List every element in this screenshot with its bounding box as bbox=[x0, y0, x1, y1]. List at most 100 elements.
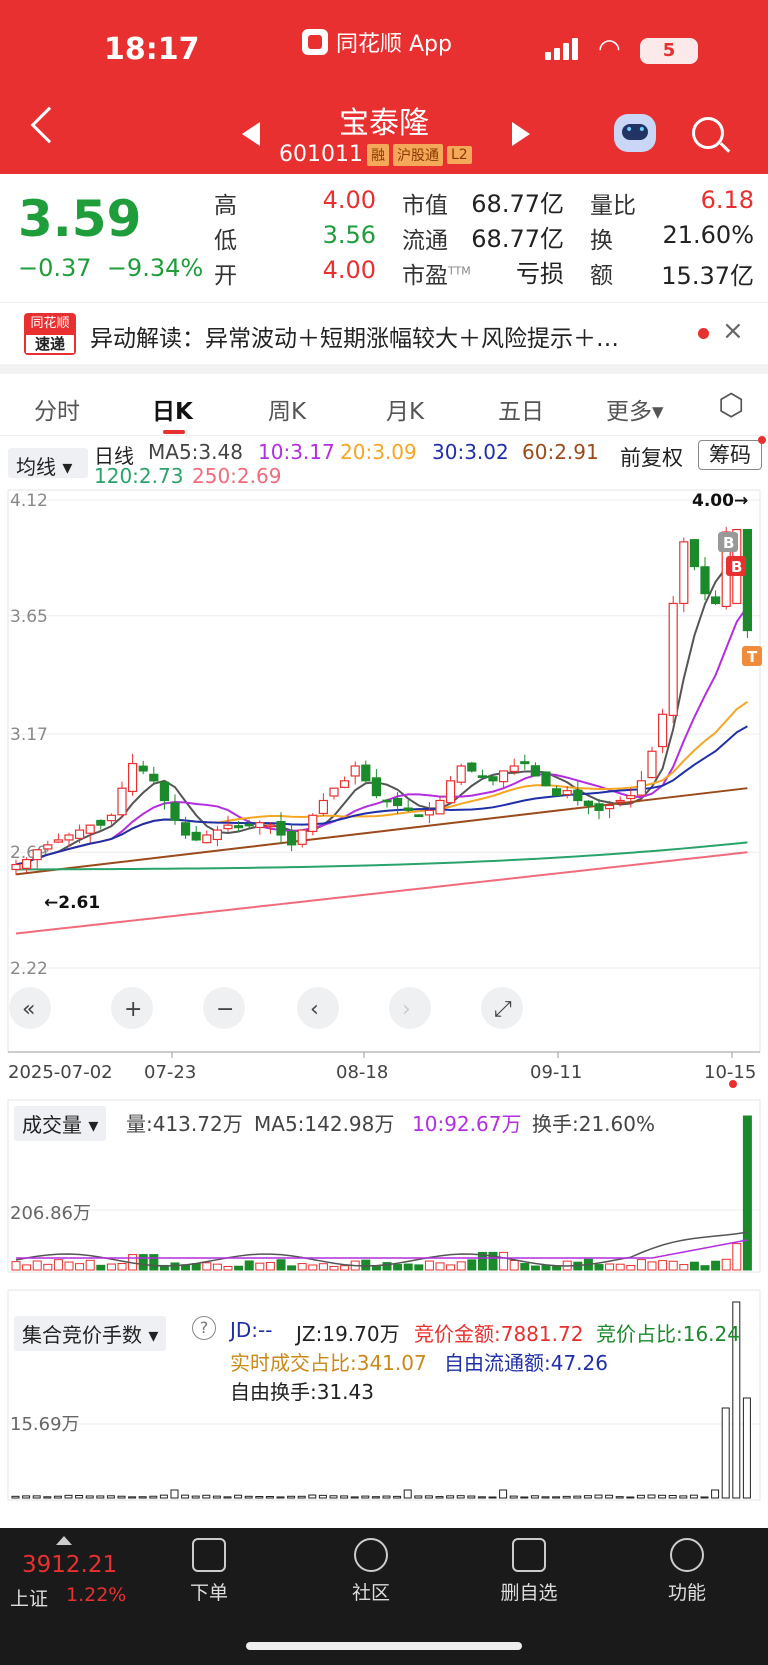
volume-bar bbox=[371, 1265, 381, 1271]
vr-label: 量比 bbox=[590, 193, 636, 219]
order-icon bbox=[192, 1538, 226, 1572]
control-icon: − bbox=[216, 997, 234, 1022]
chart-controls[interactable]: « + − ‹ › ⤢ bbox=[9, 987, 523, 1029]
auction-bar bbox=[679, 1495, 688, 1499]
tag-l2: L2 bbox=[446, 145, 472, 164]
candle-down bbox=[541, 771, 551, 787]
adjust-mode[interactable]: 前复权 bbox=[620, 442, 683, 472]
trade-badge-label: B bbox=[731, 558, 742, 576]
candle-up bbox=[43, 844, 53, 850]
remove-watchlist-icon bbox=[512, 1538, 546, 1572]
ma250-label: 250:2.69 bbox=[192, 464, 282, 488]
candle-down bbox=[573, 789, 583, 802]
candle-up bbox=[446, 780, 456, 804]
volume-select[interactable]: 成交量 ▾ bbox=[14, 1106, 107, 1141]
volume-bar bbox=[689, 1261, 699, 1271]
auction-select[interactable]: 集合竞价手数 ▾ bbox=[14, 1316, 167, 1351]
auction-bar bbox=[318, 1494, 327, 1499]
nav-community[interactable]: 社区 bbox=[326, 1538, 416, 1605]
kline-y-labels: 4.123.653.172.692.22 bbox=[10, 491, 48, 979]
auction-bar bbox=[605, 1494, 614, 1499]
volume-turnover: 换手:21.60% bbox=[532, 1112, 655, 1136]
help-icon[interactable]: ? bbox=[192, 1316, 216, 1340]
volume-bar bbox=[393, 1264, 403, 1271]
candle-down bbox=[234, 825, 244, 829]
volume-bar bbox=[234, 1265, 244, 1271]
volume-bar bbox=[626, 1264, 636, 1271]
volume-bar bbox=[530, 1265, 540, 1271]
tag-connect: 沪股通 bbox=[392, 143, 443, 166]
ma20-label: 20:3.09 bbox=[340, 440, 417, 464]
auction-bar bbox=[583, 1495, 592, 1499]
volume-bar bbox=[658, 1260, 668, 1271]
prev-stock-icon[interactable] bbox=[242, 122, 260, 146]
trade-badge-label: T bbox=[747, 648, 758, 666]
nav-functions[interactable]: 功能 bbox=[642, 1538, 732, 1605]
index-value[interactable]: 3912.21 bbox=[22, 1552, 117, 1578]
float-value: 68.77亿 bbox=[471, 225, 564, 253]
volume-bar bbox=[287, 1265, 297, 1271]
tab-monthly[interactable]: 月K bbox=[386, 392, 424, 426]
auction-bar bbox=[414, 1495, 423, 1499]
ma10-label: 10:3.17 bbox=[258, 440, 335, 464]
candle-down bbox=[488, 776, 498, 782]
candle-up bbox=[350, 765, 360, 777]
candle-up bbox=[223, 824, 233, 830]
ma120-label: 120:2.73 bbox=[94, 464, 184, 488]
turnover-value: 21.60% bbox=[662, 221, 754, 249]
tab-intraday[interactable]: 分时 bbox=[34, 392, 80, 426]
control-icon: « bbox=[22, 997, 35, 1022]
search-icon[interactable] bbox=[692, 117, 724, 149]
volume-bar bbox=[605, 1263, 615, 1271]
candle-up bbox=[32, 849, 42, 861]
next-stock-icon[interactable] bbox=[512, 122, 530, 146]
auction-bar bbox=[477, 1496, 486, 1499]
nav-remove-watchlist[interactable]: 删自选 bbox=[484, 1538, 574, 1605]
auction-bar bbox=[647, 1494, 656, 1499]
auction-bar bbox=[467, 1495, 476, 1499]
auction-bar bbox=[742, 1397, 751, 1499]
divider bbox=[0, 364, 768, 374]
candle-up bbox=[308, 814, 318, 833]
chip-dot bbox=[758, 436, 766, 444]
indicator-select[interactable]: 均线 ▾ bbox=[8, 448, 88, 479]
app-badge[interactable]: 同花顺 App bbox=[302, 26, 452, 58]
ma5-label: MA5:3.48 bbox=[148, 440, 243, 464]
news-bar[interactable]: 同花顺 速递 异动解读：异常波动＋短期涨幅较大＋风险提示＋… bbox=[0, 302, 768, 364]
candle-up bbox=[64, 834, 74, 841]
news-close-button[interactable]: × bbox=[722, 316, 744, 346]
candle-up bbox=[318, 799, 328, 815]
tab-weekly[interactable]: 周K bbox=[268, 392, 306, 426]
auction-bar bbox=[541, 1496, 550, 1499]
signal-icon bbox=[545, 38, 578, 60]
candle-down bbox=[477, 775, 487, 778]
candle-up bbox=[22, 859, 32, 869]
mcap-label: 市值 bbox=[402, 193, 448, 219]
robot-assistant-icon[interactable] bbox=[614, 114, 656, 152]
settings-hexagon-icon[interactable]: ⬡ bbox=[718, 388, 744, 423]
news-text[interactable]: 异动解读：异常波动＋短期涨幅较大＋风险提示＋… bbox=[90, 319, 670, 353]
candle-up bbox=[679, 541, 689, 605]
low-label: 低 bbox=[214, 228, 237, 254]
auction-bar bbox=[350, 1496, 359, 1499]
candle-down bbox=[467, 762, 477, 772]
index-name: 上证 bbox=[10, 1588, 49, 1610]
auction-bar bbox=[329, 1495, 338, 1499]
tab-five-day[interactable]: 五日 bbox=[498, 392, 544, 426]
tab-more[interactable]: 更多▾ bbox=[606, 392, 664, 426]
tab-daily[interactable]: 日K bbox=[152, 392, 193, 426]
chip-button[interactable]: 筹码 bbox=[698, 440, 762, 470]
app-logo-icon bbox=[302, 29, 328, 55]
amount-label: 额 bbox=[590, 263, 613, 289]
auction-bar bbox=[456, 1495, 465, 1499]
volume-bar bbox=[509, 1260, 519, 1271]
volume-bar bbox=[721, 1258, 731, 1271]
nav-order[interactable]: 下单 bbox=[164, 1538, 254, 1605]
auction-real-ratio: 实时成交占比:341.07 bbox=[230, 1351, 427, 1375]
volume-bar bbox=[223, 1265, 233, 1271]
volume-bar bbox=[329, 1265, 339, 1271]
auction-bar bbox=[96, 1495, 105, 1499]
volume-bar bbox=[276, 1259, 286, 1271]
volume-bar bbox=[615, 1263, 625, 1271]
candle-down bbox=[689, 539, 700, 568]
